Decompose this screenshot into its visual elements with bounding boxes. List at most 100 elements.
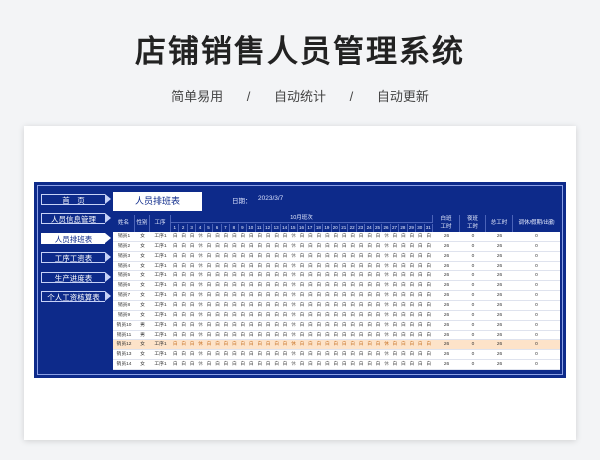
- shift-cell[interactable]: 白: [213, 232, 221, 242]
- shift-cell[interactable]: 白: [348, 301, 356, 311]
- shift-cell[interactable]: 白: [391, 242, 399, 252]
- shift-cell[interactable]: 白: [281, 242, 289, 252]
- shift-cell[interactable]: 白: [340, 271, 348, 281]
- shift-cell[interactable]: 白: [256, 252, 264, 262]
- shift-cell[interactable]: 白: [222, 360, 230, 370]
- shift-cell[interactable]: 白: [315, 262, 323, 272]
- shift-cell[interactable]: 白: [188, 350, 196, 360]
- shift-cell[interactable]: 白: [391, 311, 399, 321]
- shift-cell[interactable]: 白: [332, 331, 340, 341]
- shift-cell[interactable]: 白: [298, 291, 306, 301]
- shift-cell[interactable]: 白: [425, 340, 433, 350]
- shift-cell[interactable]: 休: [196, 301, 204, 311]
- shift-cell[interactable]: 白: [264, 232, 272, 242]
- shift-cell[interactable]: 白: [399, 331, 407, 341]
- cell-name[interactable]: 销员3: [113, 252, 135, 262]
- shift-cell[interactable]: 白: [425, 331, 433, 341]
- shift-cell[interactable]: 白: [256, 360, 264, 370]
- shift-cell[interactable]: 休: [382, 262, 390, 272]
- shift-cell[interactable]: 白: [256, 262, 264, 272]
- cell-name[interactable]: 销员7: [113, 291, 135, 301]
- shift-cell[interactable]: 白: [171, 321, 179, 331]
- shift-cell[interactable]: 白: [348, 340, 356, 350]
- shift-cell[interactable]: 白: [357, 301, 365, 311]
- shift-cell[interactable]: 白: [399, 262, 407, 272]
- shift-cell[interactable]: 白: [281, 271, 289, 281]
- shift-cell[interactable]: 白: [416, 232, 424, 242]
- cell-type[interactable]: 工序1: [150, 350, 171, 360]
- shift-cell[interactable]: 白: [264, 281, 272, 291]
- shift-cell[interactable]: 白: [222, 242, 230, 252]
- shift-cell[interactable]: 白: [179, 281, 187, 291]
- shift-cell[interactable]: 白: [247, 271, 255, 281]
- shift-cell[interactable]: 休: [289, 360, 297, 370]
- cell-gender[interactable]: 男: [135, 321, 150, 331]
- shift-cell[interactable]: 白: [188, 360, 196, 370]
- shift-cell[interactable]: 白: [374, 291, 382, 301]
- cell-type[interactable]: 工序1: [150, 311, 171, 321]
- shift-cell[interactable]: 白: [222, 271, 230, 281]
- shift-cell[interactable]: 白: [213, 271, 221, 281]
- cell-gender[interactable]: 女: [135, 271, 150, 281]
- shift-cell[interactable]: 白: [374, 242, 382, 252]
- shift-cell[interactable]: 白: [408, 340, 416, 350]
- shift-cell[interactable]: 休: [382, 301, 390, 311]
- shift-cell[interactable]: 白: [205, 242, 213, 252]
- shift-cell[interactable]: 休: [382, 281, 390, 291]
- shift-cell[interactable]: 白: [365, 281, 373, 291]
- shift-cell[interactable]: 休: [196, 271, 204, 281]
- shift-cell[interactable]: 白: [171, 291, 179, 301]
- shift-cell[interactable]: 白: [256, 350, 264, 360]
- shift-cell[interactable]: 白: [264, 350, 272, 360]
- nav-item-wage-calc[interactable]: 个人工资核算表: [41, 291, 111, 302]
- shift-cell[interactable]: 白: [416, 340, 424, 350]
- shift-cell[interactable]: 白: [332, 262, 340, 272]
- shift-cell[interactable]: 白: [298, 321, 306, 331]
- shift-cell[interactable]: 白: [171, 350, 179, 360]
- shift-cell[interactable]: 白: [306, 331, 314, 341]
- shift-cell[interactable]: 白: [179, 301, 187, 311]
- shift-cell[interactable]: 白: [213, 350, 221, 360]
- shift-cell[interactable]: 白: [399, 281, 407, 291]
- cell-name[interactable]: 销员11: [113, 331, 135, 341]
- shift-cell[interactable]: 白: [323, 321, 331, 331]
- shift-cell[interactable]: 白: [264, 321, 272, 331]
- shift-cell[interactable]: 白: [306, 252, 314, 262]
- shift-cell[interactable]: 白: [272, 271, 280, 281]
- shift-cell[interactable]: 白: [179, 350, 187, 360]
- shift-cell[interactable]: 白: [365, 262, 373, 272]
- cell-type[interactable]: 工序1: [150, 271, 171, 281]
- shift-cell[interactable]: 白: [357, 321, 365, 331]
- shift-cell[interactable]: 白: [408, 271, 416, 281]
- shift-cell[interactable]: 白: [374, 360, 382, 370]
- cell-name[interactable]: 销员6: [113, 281, 135, 291]
- shift-cell[interactable]: 白: [230, 252, 238, 262]
- shift-cell[interactable]: 白: [239, 321, 247, 331]
- shift-cell[interactable]: 白: [365, 340, 373, 350]
- shift-cell[interactable]: 白: [348, 232, 356, 242]
- shift-cell[interactable]: 白: [323, 242, 331, 252]
- cell-gender[interactable]: 女: [135, 232, 150, 242]
- shift-cell[interactable]: 白: [365, 291, 373, 301]
- shift-cell[interactable]: 白: [264, 331, 272, 341]
- shift-cell[interactable]: 白: [281, 232, 289, 242]
- shift-cell[interactable]: 白: [171, 242, 179, 252]
- shift-cell[interactable]: 白: [256, 291, 264, 301]
- nav-item-progress[interactable]: 生产进度表: [41, 272, 111, 283]
- shift-cell[interactable]: 白: [179, 311, 187, 321]
- shift-cell[interactable]: 白: [323, 271, 331, 281]
- shift-cell[interactable]: 白: [222, 350, 230, 360]
- shift-cell[interactable]: 白: [298, 331, 306, 341]
- cell-name[interactable]: 销员1: [113, 232, 135, 242]
- shift-cell[interactable]: 白: [425, 262, 433, 272]
- shift-cell[interactable]: 白: [315, 311, 323, 321]
- cell-name[interactable]: 销员2: [113, 242, 135, 252]
- shift-cell[interactable]: 白: [171, 331, 179, 341]
- shift-cell[interactable]: 白: [222, 252, 230, 262]
- shift-cell[interactable]: 白: [179, 242, 187, 252]
- shift-cell[interactable]: 白: [425, 360, 433, 370]
- cell-type[interactable]: 工序1: [150, 232, 171, 242]
- shift-cell[interactable]: 白: [171, 311, 179, 321]
- shift-cell[interactable]: 白: [247, 301, 255, 311]
- shift-cell[interactable]: 白: [306, 350, 314, 360]
